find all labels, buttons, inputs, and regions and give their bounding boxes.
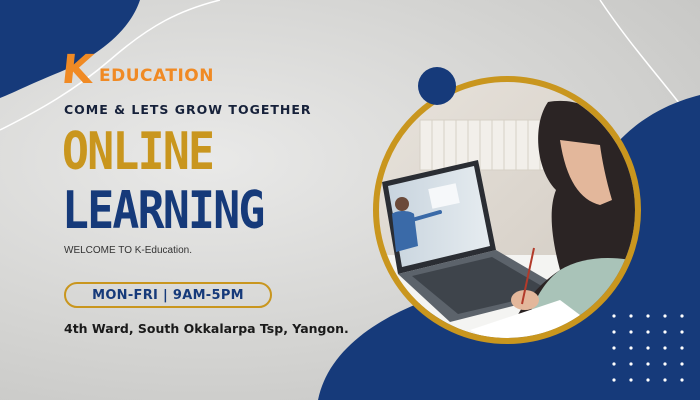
education-banner: K EDUCATION COME & LETS GROW TOGETHER ON… <box>0 0 700 400</box>
brand-logo: K EDUCATION <box>59 47 214 93</box>
tagline: COME & LETS GROW TOGETHER <box>64 102 312 117</box>
logo-letter: K <box>59 47 96 93</box>
address-text: 4th Ward, South Okkalarpa Tsp, Yangon. <box>64 321 349 336</box>
headline-line-1: ONLINE <box>62 122 215 182</box>
welcome-text: WELCOME TO K-Education. <box>64 245 193 256</box>
accent-circle <box>418 67 456 105</box>
headline-line-2: LEARNING <box>62 181 265 241</box>
logo-word: EDUCATION <box>99 66 214 86</box>
hours-pill: MON-FRI | 9AM-5PM <box>64 282 272 308</box>
